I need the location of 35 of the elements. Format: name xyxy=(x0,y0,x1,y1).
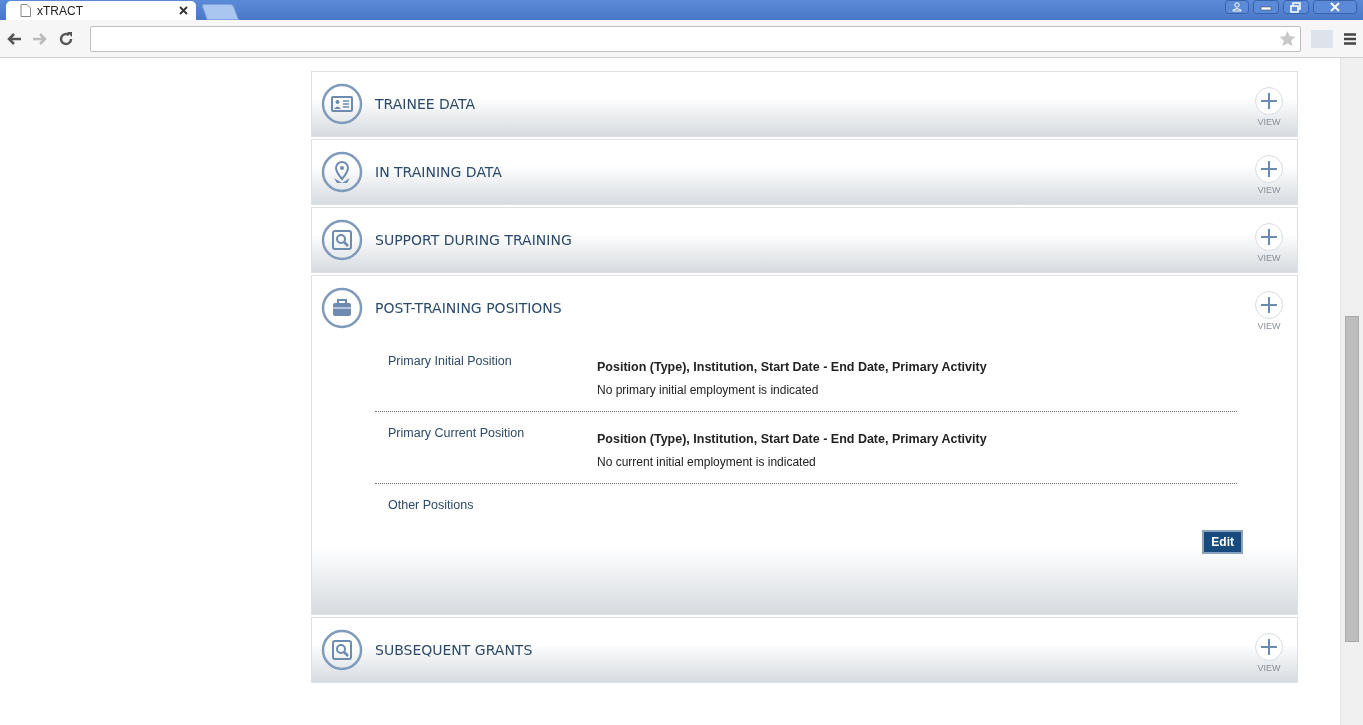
position-label: Primary Initial Position xyxy=(388,353,513,370)
empty-message: No primary initial employment is indicated xyxy=(597,383,820,397)
close-icon[interactable] xyxy=(179,6,188,15)
position-label: Primary Current Position xyxy=(388,425,526,442)
map-pin-icon xyxy=(321,151,363,193)
edit-button[interactable]: Edit xyxy=(1202,530,1243,554)
scrollbar[interactable] xyxy=(1340,58,1363,725)
section-title: IN TRAINING DATA xyxy=(375,164,503,180)
briefcase-icon xyxy=(321,287,363,329)
section-title: POST-TRAINING POSITIONS xyxy=(375,300,563,316)
position-label: Other Positions xyxy=(388,497,475,512)
minimize-icon[interactable] xyxy=(1253,0,1279,14)
reload-icon[interactable] xyxy=(58,30,74,47)
section-title: SUPPORT DURING TRAINING xyxy=(375,232,573,248)
plus-icon xyxy=(1260,638,1278,656)
column-heading: Position (Type), Institution, Start Date - End Date, Primary Activity xyxy=(597,432,987,446)
plus-icon xyxy=(1260,160,1278,178)
plus-icon xyxy=(1260,228,1278,246)
section-title: SUBSEQUENT GRANTS xyxy=(375,642,534,658)
back-arrow-icon[interactable] xyxy=(6,31,22,46)
empty-message: No current initial employment is indicated xyxy=(597,455,817,469)
close-icon[interactable] xyxy=(1313,0,1357,14)
column-heading: Position (Type), Institution, Start Date - End Date, Primary Activity xyxy=(597,360,987,374)
user-icon[interactable] xyxy=(1225,0,1249,14)
browser-tab[interactable]: xTRACT xyxy=(6,1,196,20)
plus-icon xyxy=(1260,92,1278,110)
menu-icon[interactable] xyxy=(1343,32,1357,45)
plus-icon xyxy=(1260,296,1278,314)
magnifier-icon xyxy=(321,629,363,671)
page-icon xyxy=(20,4,31,17)
section-title: TRAINEE DATA xyxy=(375,96,477,112)
magnifier-icon xyxy=(321,219,363,261)
star-icon[interactable] xyxy=(1279,30,1296,47)
id-card-icon xyxy=(321,83,363,125)
restore-icon[interactable] xyxy=(1283,0,1309,14)
